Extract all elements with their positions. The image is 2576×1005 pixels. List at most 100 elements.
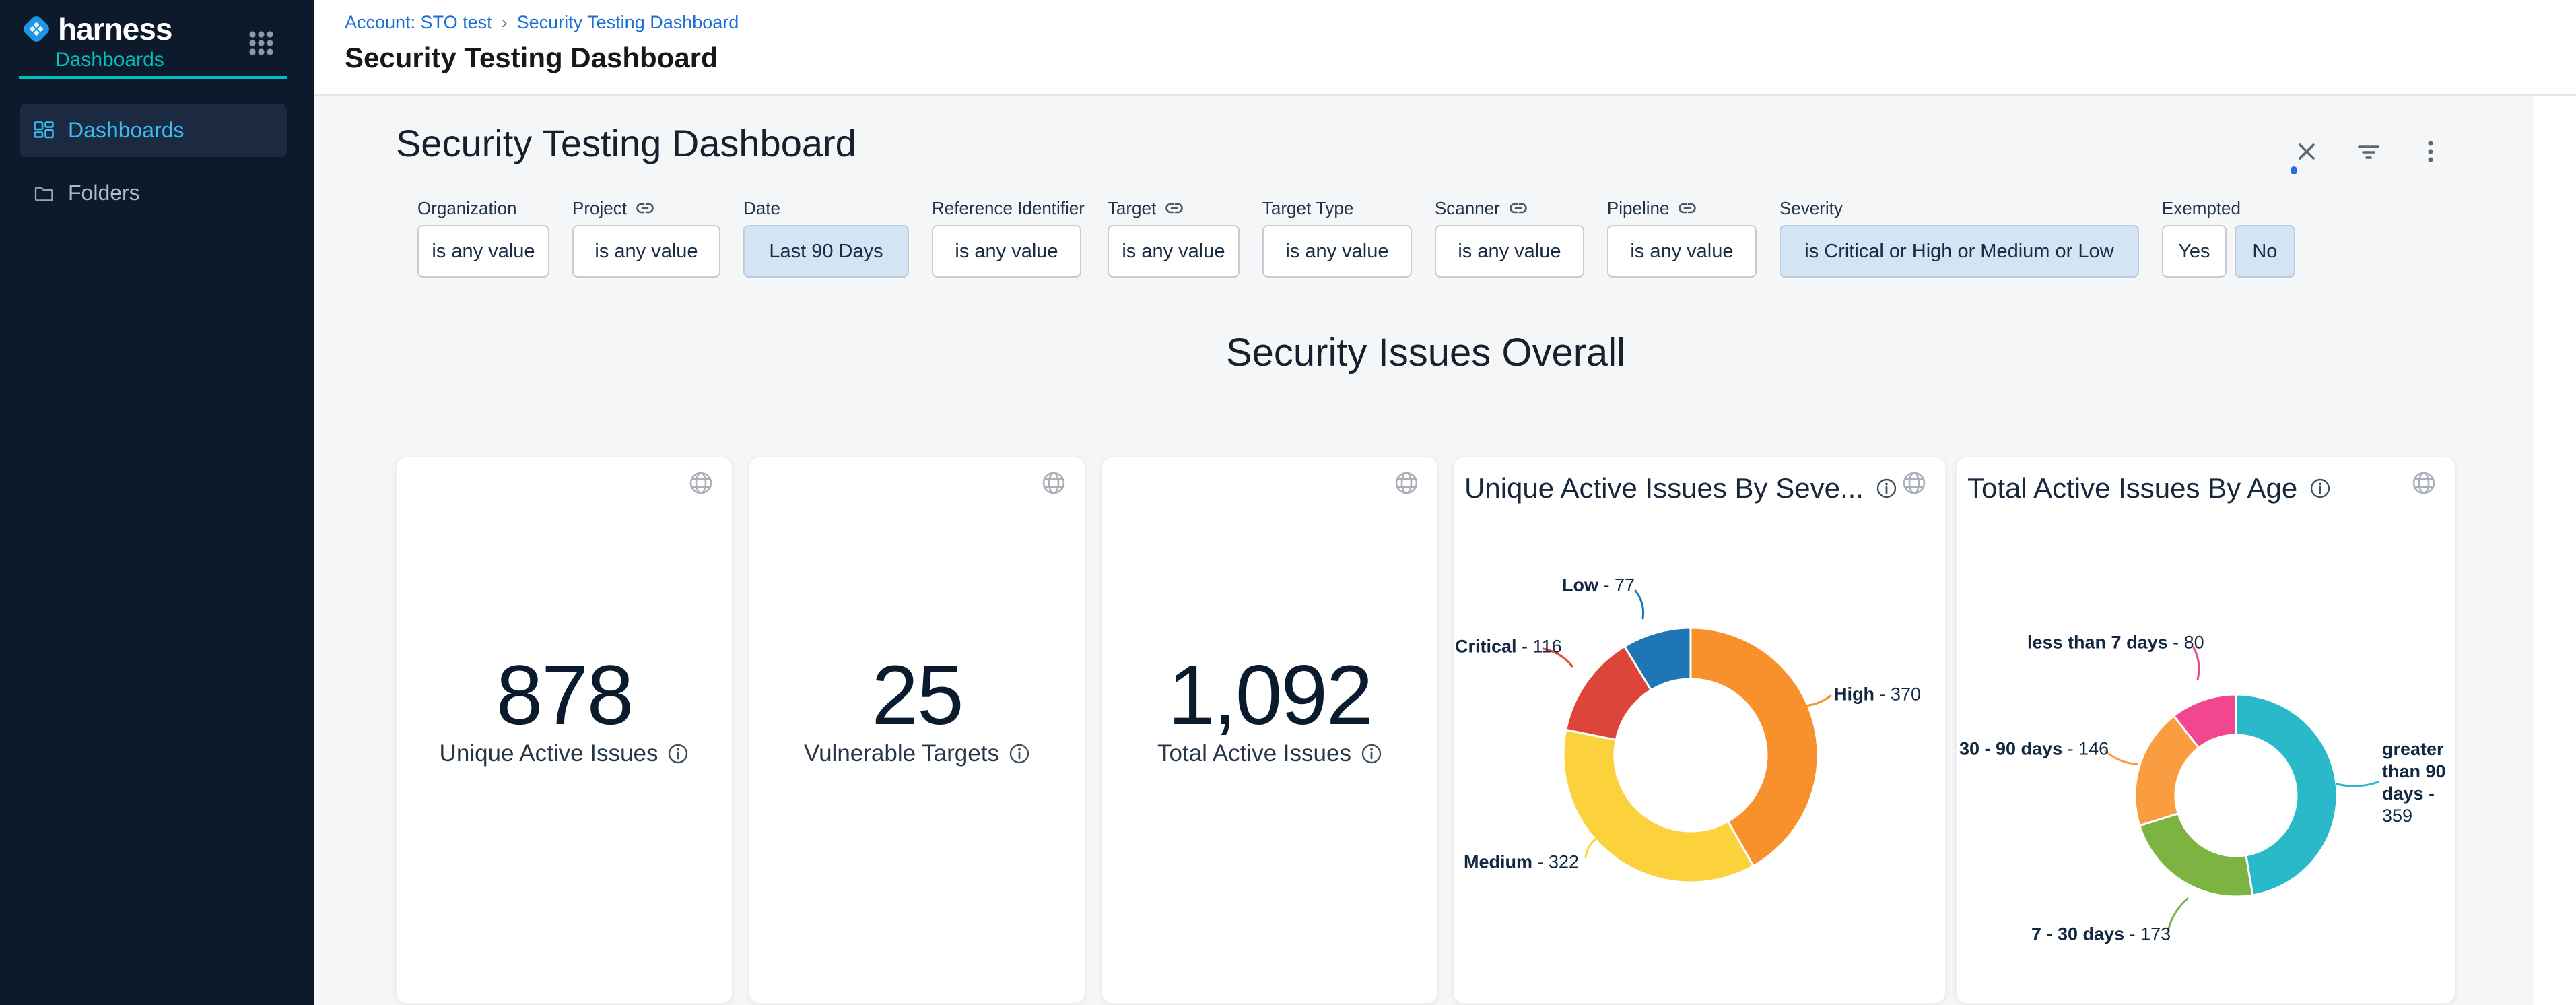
donut-chart: [1454, 457, 1946, 1004]
info-icon[interactable]: [2309, 478, 2331, 499]
filter-value[interactable]: is any value: [417, 225, 549, 278]
filter-label: Organization: [417, 197, 549, 220]
sidebar-item-label: Folders: [68, 181, 140, 205]
breadcrumb-account-link[interactable]: Account: STO test: [345, 12, 492, 33]
dashboards-icon: [33, 120, 55, 141]
filter-label: Reference Identifier: [932, 197, 1085, 220]
donut-label-greater-than-90-days: greater than 90 days - 359: [2382, 738, 2453, 827]
filter-target-type: Target Type is any value: [1262, 197, 1412, 278]
filter-value[interactable]: is any value: [572, 225, 720, 278]
donut-slice-low[interactable]: [1625, 628, 1691, 690]
stat-card-unique-active-issues: 878Unique Active Issues: [396, 457, 733, 1004]
filter-icon[interactable]: [2348, 131, 2389, 172]
filter-bar: Organization is any value Project is any va…: [417, 197, 2326, 278]
info-icon[interactable]: [1009, 743, 1030, 765]
kebab-menu-icon[interactable]: [2410, 131, 2451, 172]
filter-value[interactable]: is any value: [1607, 225, 1757, 278]
label-connector: [1586, 836, 1600, 857]
filter-label: Target Type: [1262, 197, 1412, 220]
donut-slice-critical[interactable]: [1566, 647, 1651, 740]
globe-button[interactable]: [2410, 469, 2437, 496]
filter-label: Severity: [1780, 197, 2139, 220]
filter-label: Date: [743, 197, 909, 220]
link-icon: [635, 200, 655, 216]
donut-label-critical: Critical - 116: [1455, 637, 1562, 657]
breadcrumb: Account: STO test › Security Testing Das…: [345, 12, 739, 33]
donut-label-low: Low - 77: [1562, 575, 1635, 596]
label-connector: [2105, 751, 2137, 764]
filter-exempted: Exempted YesNo: [2162, 197, 2303, 278]
filter-label: Project: [572, 197, 720, 220]
filter-value[interactable]: is any value: [1262, 225, 1412, 278]
globe-icon: [687, 469, 714, 496]
filter-label: Exempted: [2162, 197, 2303, 220]
filter-value[interactable]: is Critical or High or Medium or Low: [1780, 225, 2139, 278]
globe-button[interactable]: [1393, 469, 1420, 496]
filter-value[interactable]: Last 90 Days: [743, 225, 909, 278]
link-icon: [1164, 200, 1184, 216]
filter-label: Scanner: [1435, 197, 1584, 220]
filter-option-no[interactable]: No: [2235, 225, 2295, 278]
sidebar-item-dashboards[interactable]: Dashboards: [20, 104, 287, 157]
label-connector: [2168, 899, 2188, 931]
product-name: Dashboards: [55, 48, 164, 71]
donut-slice-less-than-7-days[interactable]: [2174, 694, 2236, 748]
dashboard-actions: [2286, 131, 2472, 172]
filter-label: Pipeline: [1607, 197, 1757, 220]
donut-slice-greater-than-90-days[interactable]: [2236, 694, 2337, 895]
harness-logo-icon: [20, 13, 53, 45]
filter-pipeline: Pipeline is any value: [1607, 197, 1757, 278]
donut-slice-30-90-days[interactable]: [2135, 716, 2199, 826]
label-connector: [2337, 782, 2378, 786]
label-connector: [1798, 696, 1831, 706]
globe-icon: [1040, 469, 1067, 496]
folder-icon: [33, 183, 55, 204]
brand-name: harness: [58, 11, 172, 47]
globe-button[interactable]: [687, 469, 714, 496]
info-icon[interactable]: [1361, 743, 1382, 765]
filter-date: Date Last 90 Days: [743, 197, 909, 278]
globe-button[interactable]: [1901, 469, 1928, 496]
donut-slice-medium[interactable]: [1563, 730, 1753, 882]
brand[interactable]: harness: [20, 11, 172, 47]
stat-label: Unique Active Issues: [397, 740, 732, 767]
donut-label-30-90-days: 30 - 90 days - 146: [1959, 739, 2109, 760]
donut-card-age: Total Active Issues By Age greater than 9…: [1956, 457, 2455, 1004]
filter-value[interactable]: is any value: [932, 225, 1081, 278]
sidebar-item-label: Dashboards: [68, 118, 184, 143]
breadcrumb-dashboard-link[interactable]: Security Testing Dashboard: [517, 12, 739, 33]
donut-slice-high[interactable]: [1691, 628, 1818, 866]
stat-label: Vulnerable Targets: [749, 740, 1085, 767]
globe-button[interactable]: [1040, 469, 1067, 496]
stat-card-vulnerable-targets: 25Vulnerable Targets: [749, 457, 1085, 1004]
chevron-right-icon: ›: [502, 12, 508, 33]
stat-value: 1,092: [1102, 647, 1437, 744]
stat-value: 25: [749, 647, 1085, 744]
top-header: Account: STO test › Security Testing Das…: [314, 0, 2576, 96]
vertical-scrollbar[interactable]: [2534, 95, 2576, 1005]
chart-title: Unique Active Issues By Seve...: [1464, 472, 1868, 505]
filter-severity: Severity is Critical or High or Medium or…: [1780, 197, 2139, 278]
stat-card-total-active-issues: 1,092Total Active Issues: [1101, 457, 1438, 1004]
filter-value[interactable]: is any value: [1108, 225, 1240, 278]
sidebar-item-folders[interactable]: Folders: [20, 166, 287, 220]
stat-label: Total Active Issues: [1102, 740, 1437, 767]
chart-title: Total Active Issues By Age: [1967, 472, 2331, 505]
globe-icon: [1393, 469, 1420, 496]
info-icon[interactable]: [1876, 478, 1897, 499]
filter-value[interactable]: is any value: [1435, 225, 1584, 278]
app-switcher-icon[interactable]: [244, 26, 279, 61]
sidebar-divider: [19, 76, 287, 79]
info-icon[interactable]: [667, 743, 689, 765]
filter-reference-identifier: Reference Identifier is any value: [932, 197, 1085, 278]
filter-option-yes[interactable]: Yes: [2162, 225, 2227, 278]
link-icon: [1508, 200, 1528, 216]
donut-label-medium: Medium - 322: [1464, 852, 1579, 873]
donut-label-less-than-7-days: less than 7 days - 80: [2027, 633, 2204, 653]
filter-label: Target: [1108, 197, 1240, 220]
donut-slice-7-30-days[interactable]: [2140, 814, 2253, 897]
stat-value: 878: [397, 647, 732, 744]
dashboard-heading: Security Testing Dashboard: [396, 121, 856, 165]
label-connector: [1635, 591, 1643, 618]
link-icon: [1677, 200, 1697, 216]
